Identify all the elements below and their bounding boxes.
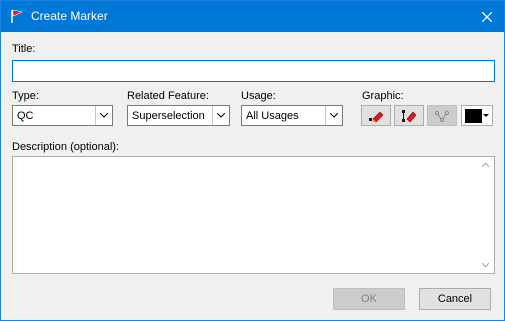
- title-label: Title:: [12, 43, 36, 55]
- usage-select-value: All Usages: [246, 110, 299, 122]
- type-select-value: QC: [17, 110, 34, 122]
- create-marker-dialog: Create Marker Title: Type: QC Related Fe…: [0, 0, 505, 321]
- pencil-marker-icon: [369, 111, 384, 122]
- related-feature-value: Superselection: [132, 110, 205, 122]
- red-flag-icon: [10, 8, 24, 24]
- color-picker-button[interactable]: [461, 105, 493, 126]
- chevron-down-icon[interactable]: [325, 106, 342, 125]
- usage-label: Usage:: [241, 90, 276, 102]
- usage-select[interactable]: All Usages: [241, 105, 343, 126]
- scroll-down-icon[interactable]: [482, 263, 489, 267]
- related-feature-select[interactable]: Superselection: [127, 105, 230, 126]
- close-icon: [482, 11, 492, 22]
- window-title: Create Marker: [31, 9, 108, 23]
- cancel-button[interactable]: Cancel: [419, 288, 491, 310]
- dropdown-arrow-icon: [483, 114, 489, 117]
- chevron-down-icon[interactable]: [95, 106, 112, 125]
- scroll-up-icon[interactable]: [482, 163, 489, 167]
- node-link-icon: [434, 110, 450, 122]
- chevron-down-icon[interactable]: [212, 106, 229, 125]
- title-bar: Create Marker: [1, 1, 504, 32]
- graphic-pencil-range-button[interactable]: [394, 105, 424, 126]
- description-label: Description (optional):: [12, 141, 119, 153]
- scrollbar[interactable]: [477, 157, 494, 273]
- related-feature-label: Related Feature:: [127, 90, 209, 102]
- graphic-label: Graphic:: [362, 90, 404, 102]
- close-button[interactable]: [470, 1, 504, 32]
- graphic-node-link-button[interactable]: [427, 105, 457, 126]
- type-label: Type:: [12, 90, 39, 102]
- color-swatch: [465, 109, 482, 123]
- type-select[interactable]: QC: [12, 105, 113, 126]
- description-textarea[interactable]: [12, 156, 495, 274]
- title-input[interactable]: [12, 60, 495, 82]
- pencil-range-icon: [402, 109, 417, 122]
- ok-button[interactable]: OK: [333, 288, 405, 310]
- graphic-pencil-button[interactable]: [361, 105, 391, 126]
